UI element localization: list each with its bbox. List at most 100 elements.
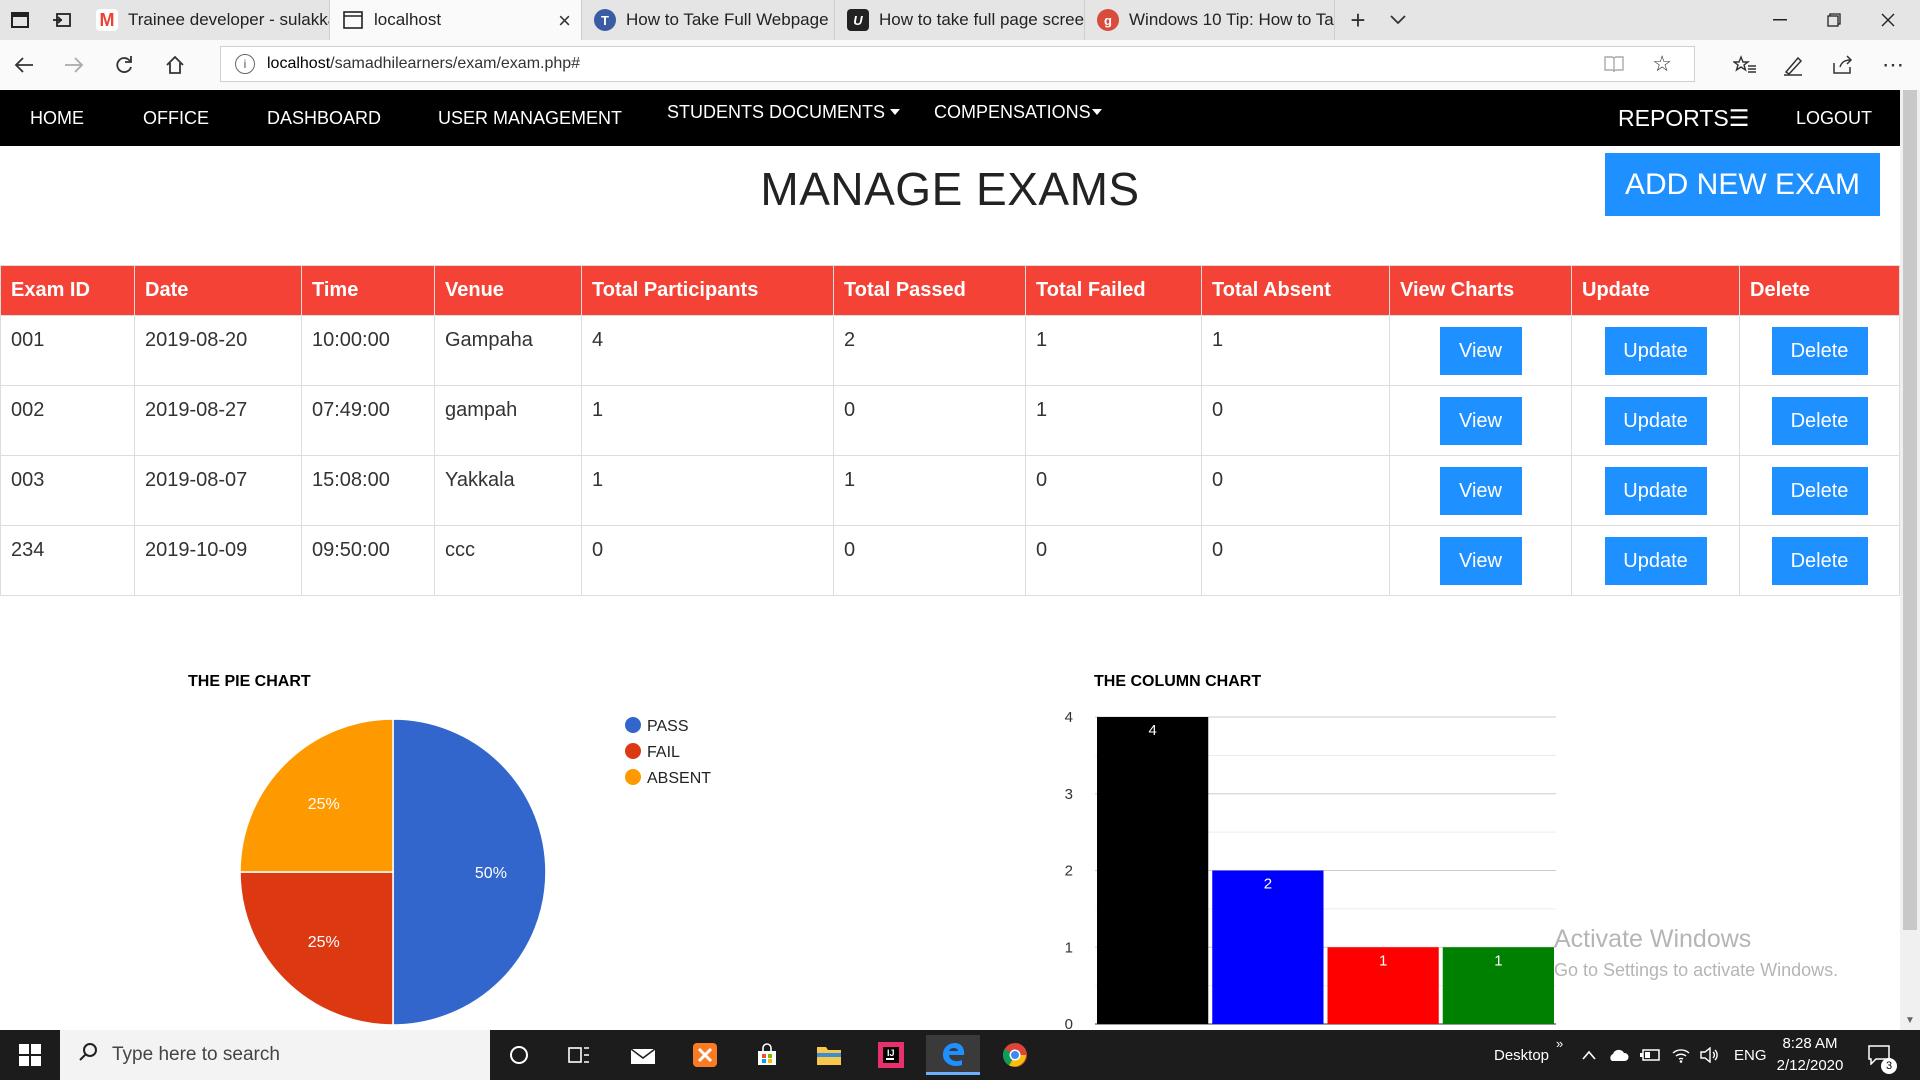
tab-gmail[interactable]: M Trainee developer - sulakkai — [84, 0, 330, 40]
pie-slice-label: 25% — [308, 934, 340, 951]
forward-arrow-icon[interactable] — [54, 45, 94, 85]
tab-full-webpage[interactable]: T How to Take Full Webpage : — [582, 0, 835, 40]
url-host: localhost — [267, 55, 331, 72]
y-tick-label: 2 — [1065, 863, 1073, 880]
view-cell: View — [1389, 455, 1572, 526]
table-row: 003 2019-08-07 15:08:00 Yakkala 1 1 0 0 … — [0, 455, 1900, 526]
restore-icon[interactable] — [1806, 0, 1862, 40]
pen-notes-icon[interactable] — [1773, 45, 1813, 85]
toolbar-expand-icon[interactable]: » — [1556, 1018, 1563, 1068]
taskbar-search-box[interactable]: Type here to search — [60, 1030, 490, 1080]
column-header: Date — [134, 265, 302, 316]
column-bar — [1212, 870, 1324, 1024]
cortana-icon[interactable] — [492, 1035, 546, 1075]
hamburger-menu-icon: ☰ — [1728, 104, 1750, 131]
site-info-icon[interactable]: i — [235, 54, 255, 74]
tab-title: How to take full page screer — [879, 10, 1085, 29]
nav-logout[interactable]: LOGOUT — [1796, 90, 1872, 146]
nav-home[interactable]: HOME — [30, 90, 84, 146]
delete-button[interactable]: Delete — [1771, 326, 1868, 375]
total-absent: 0 — [1212, 469, 1224, 491]
set-aside-tabs-icon[interactable] — [42, 0, 82, 40]
address-bar[interactable]: i localhost/samadhilearners/exam/exam.ph… — [220, 46, 1695, 82]
table-row: 234 2019-10-09 09:50:00 ccc 0 0 0 0 View… — [0, 525, 1900, 596]
favorites-list-icon[interactable] — [1725, 45, 1765, 85]
nav-dashboard[interactable]: DASHBOARD — [267, 90, 381, 146]
home-icon[interactable] — [155, 45, 195, 85]
tab-full-page-screenshot[interactable]: U How to take full page screer — [835, 0, 1085, 40]
failed-cell: 1 — [1025, 315, 1202, 386]
favorite-star-icon[interactable]: ☆ — [1652, 51, 1672, 77]
close-tab-icon[interactable]: × — [558, 8, 571, 34]
nav-students-documents-dropdown[interactable]: STUDENTS DOCUMENTS — [667, 84, 901, 140]
minimize-icon[interactable] — [1752, 0, 1808, 40]
notifications-icon[interactable]: 3 — [1868, 1030, 1897, 1080]
language-indicator[interactable]: ENG — [1734, 1030, 1767, 1080]
tab-title: Windows 10 Tip: How to Tal — [1129, 10, 1335, 29]
tab-preview-chevron-icon[interactable] — [1378, 0, 1418, 40]
xampp-icon[interactable] — [678, 1035, 732, 1075]
new-tab-icon[interactable]: + — [1338, 0, 1378, 40]
nav-reports[interactable]: REPORTS ☰ — [1618, 90, 1749, 146]
add-new-exam-button[interactable]: ADD NEW EXAM — [1605, 153, 1880, 216]
column-header: View Charts — [1389, 265, 1572, 316]
file-explorer-icon[interactable] — [802, 1035, 856, 1075]
update-button[interactable]: Update — [1604, 466, 1707, 515]
edge-browser-icon[interactable] — [926, 1035, 980, 1075]
tab-windows-tip[interactable]: g Windows 10 Tip: How to Tal — [1085, 0, 1335, 40]
pie-slice-label: 50% — [475, 865, 507, 882]
tab-localhost[interactable]: localhost × — [330, 0, 582, 40]
show-hidden-icons-chevron-icon[interactable] — [1582, 1030, 1596, 1080]
passed-cell: 0 — [833, 525, 1026, 596]
column-header: Exam ID — [0, 265, 135, 316]
view-button[interactable]: View — [1439, 326, 1522, 375]
onedrive-cloud-icon[interactable] — [1607, 1030, 1629, 1080]
exam-date: 2019-08-20 — [145, 329, 248, 351]
view-button[interactable]: View — [1439, 396, 1522, 445]
bar-value-label: 2 — [1264, 876, 1272, 893]
absent-cell: 0 — [1201, 525, 1390, 596]
update-button[interactable]: Update — [1604, 536, 1707, 585]
close-window-icon[interactable] — [1860, 0, 1916, 40]
caret-down-icon — [890, 109, 901, 115]
column-header: Total Absent — [1201, 265, 1390, 316]
desktop-toolbar-label[interactable]: Desktop — [1494, 1030, 1549, 1080]
exam-id-cell: 234 — [0, 525, 135, 596]
scrollbar-thumb[interactable] — [1903, 90, 1917, 930]
mail-icon[interactable] — [616, 1035, 670, 1075]
jetbrains-icon[interactable]: IJ — [864, 1035, 918, 1075]
exam-date: 2019-08-27 — [145, 399, 248, 421]
nav-compensations-dropdown[interactable]: COMPENSATIONS — [934, 84, 1102, 140]
share-icon[interactable] — [1823, 45, 1863, 85]
total-failed: 0 — [1036, 469, 1048, 491]
more-options-icon[interactable]: ⋯ — [1873, 45, 1913, 85]
delete-button[interactable]: Delete — [1771, 536, 1868, 585]
tab-title: localhost — [374, 10, 442, 29]
reading-view-icon[interactable] — [1604, 55, 1624, 78]
update-button[interactable]: Update — [1604, 396, 1707, 445]
wifi-icon[interactable] — [1671, 1030, 1691, 1080]
task-view-icon[interactable] — [552, 1035, 606, 1075]
delete-button[interactable]: Delete — [1771, 466, 1868, 515]
tab-title: Trainee developer - sulakkai — [128, 10, 330, 29]
page-scrollbar[interactable]: ▼ — [1900, 90, 1920, 1030]
volume-icon[interactable] — [1700, 1030, 1720, 1080]
nav-office[interactable]: OFFICE — [143, 90, 209, 146]
total-passed: 2 — [844, 329, 856, 351]
windows-start-icon[interactable] — [0, 1030, 60, 1080]
clock[interactable]: 8:28 AM 2/12/2020 — [1770, 1030, 1850, 1080]
nav-user-management[interactable]: USER MANAGEMENT — [438, 90, 622, 146]
refresh-icon[interactable] — [104, 45, 144, 85]
back-arrow-icon[interactable] — [4, 45, 44, 85]
view-button[interactable]: View — [1439, 536, 1522, 585]
chrome-icon[interactable] — [988, 1035, 1042, 1075]
view-button[interactable]: View — [1439, 466, 1522, 515]
venue-cell: ccc — [434, 525, 582, 596]
battery-icon[interactable] — [1640, 1030, 1662, 1080]
scroll-down-arrow-icon[interactable]: ▼ — [1900, 1012, 1920, 1030]
exam-venue: Yakkala — [445, 469, 515, 491]
delete-button[interactable]: Delete — [1771, 396, 1868, 445]
update-button[interactable]: Update — [1604, 326, 1707, 375]
tab-actions-icon[interactable] — [0, 0, 40, 40]
store-icon[interactable] — [740, 1035, 794, 1075]
